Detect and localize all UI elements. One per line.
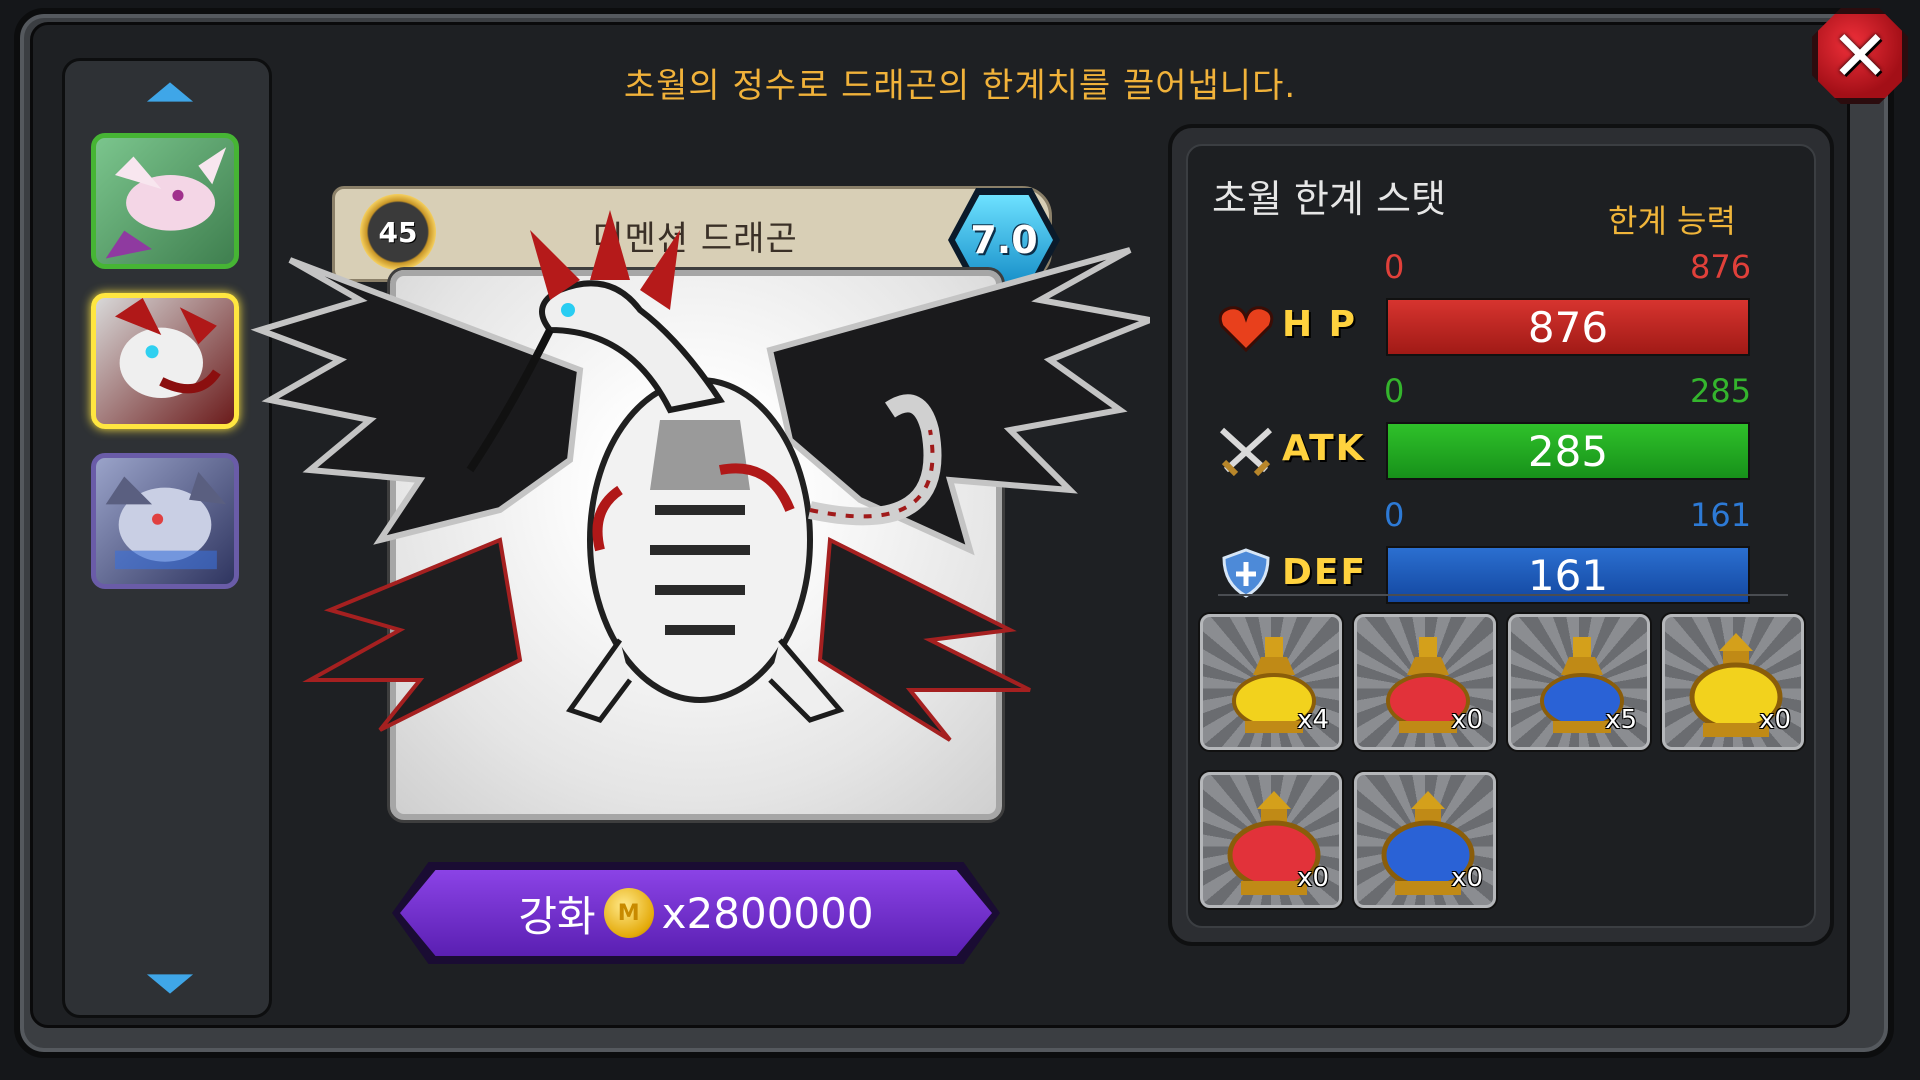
item-slot-red-essence-small[interactable]: x0 — [1354, 614, 1496, 750]
dragon-list-sidebar — [62, 58, 272, 1018]
upgrade-cost: x2800000 — [661, 888, 874, 938]
dragon-portrait-red — [114, 298, 221, 399]
atk-label: ATK — [1282, 428, 1366, 469]
atk-value: 285 — [1527, 426, 1609, 476]
item-slot-red-essence-large[interactable]: x0 — [1200, 772, 1342, 908]
item-slot-blue-essence-small[interactable]: x5 — [1508, 614, 1650, 750]
item-count: x0 — [1451, 863, 1483, 893]
coin-icon: M — [603, 888, 654, 938]
def-max: 161 — [1690, 496, 1752, 534]
hp-label: H P — [1282, 304, 1358, 345]
atk-max: 285 — [1690, 372, 1752, 410]
item-slot-yellow-essence-small[interactable]: x4 — [1200, 614, 1342, 750]
def-min: 0 — [1384, 496, 1405, 534]
hp-min: 0 — [1384, 248, 1405, 286]
description-text: 초월의 정수로 드래곤의 한계치를 끌어냅니다. — [623, 66, 1297, 106]
def-label: DEF — [1282, 552, 1368, 593]
stat-panel-subtitle: 한계 능력 — [1608, 202, 1736, 240]
stat-divider — [1218, 594, 1788, 596]
chevron-up-icon — [146, 82, 194, 102]
atk-bar: 285 — [1386, 422, 1750, 480]
atk-min: 0 — [1384, 372, 1405, 410]
item-slot-yellow-essence-large[interactable]: x0 — [1662, 614, 1804, 750]
dragon-thumbnail-2[interactable] — [91, 293, 239, 429]
def-value: 161 — [1527, 550, 1609, 600]
upgrade-label: 강화 — [518, 891, 596, 941]
hp-value: 876 — [1527, 302, 1609, 352]
chevron-down-icon — [146, 974, 194, 994]
scroll-down-button[interactable] — [145, 971, 195, 997]
heart-icon — [1218, 306, 1274, 353]
hp-max: 876 — [1690, 248, 1752, 286]
item-count: x0 — [1451, 705, 1483, 735]
close-button[interactable]: ✕ — [1812, 8, 1908, 104]
item-count: x0 — [1297, 863, 1329, 893]
hp-bar: 876 — [1386, 298, 1750, 356]
item-count: x4 — [1297, 705, 1329, 735]
stat-panel-title: 초월 한계 스탯 — [1212, 177, 1446, 221]
item-count: x0 — [1759, 705, 1791, 735]
dragon-thumbnail-1[interactable] — [91, 133, 239, 269]
close-icon: ✕ — [1830, 15, 1890, 97]
crossed-swords-icon — [1219, 427, 1273, 476]
dragon-illustration — [250, 210, 1150, 742]
dragon-portrait-green — [105, 147, 227, 259]
dragon-portrait-purple — [105, 471, 227, 570]
shield-icon — [1222, 548, 1270, 598]
item-count: x5 — [1605, 705, 1637, 735]
dragon-thumbnail-3[interactable] — [91, 453, 239, 589]
scroll-up-button[interactable] — [145, 79, 195, 105]
item-slot-blue-essence-large[interactable]: x0 — [1354, 772, 1496, 908]
upgrade-button[interactable]: 강화 M x2800000 — [400, 870, 992, 956]
